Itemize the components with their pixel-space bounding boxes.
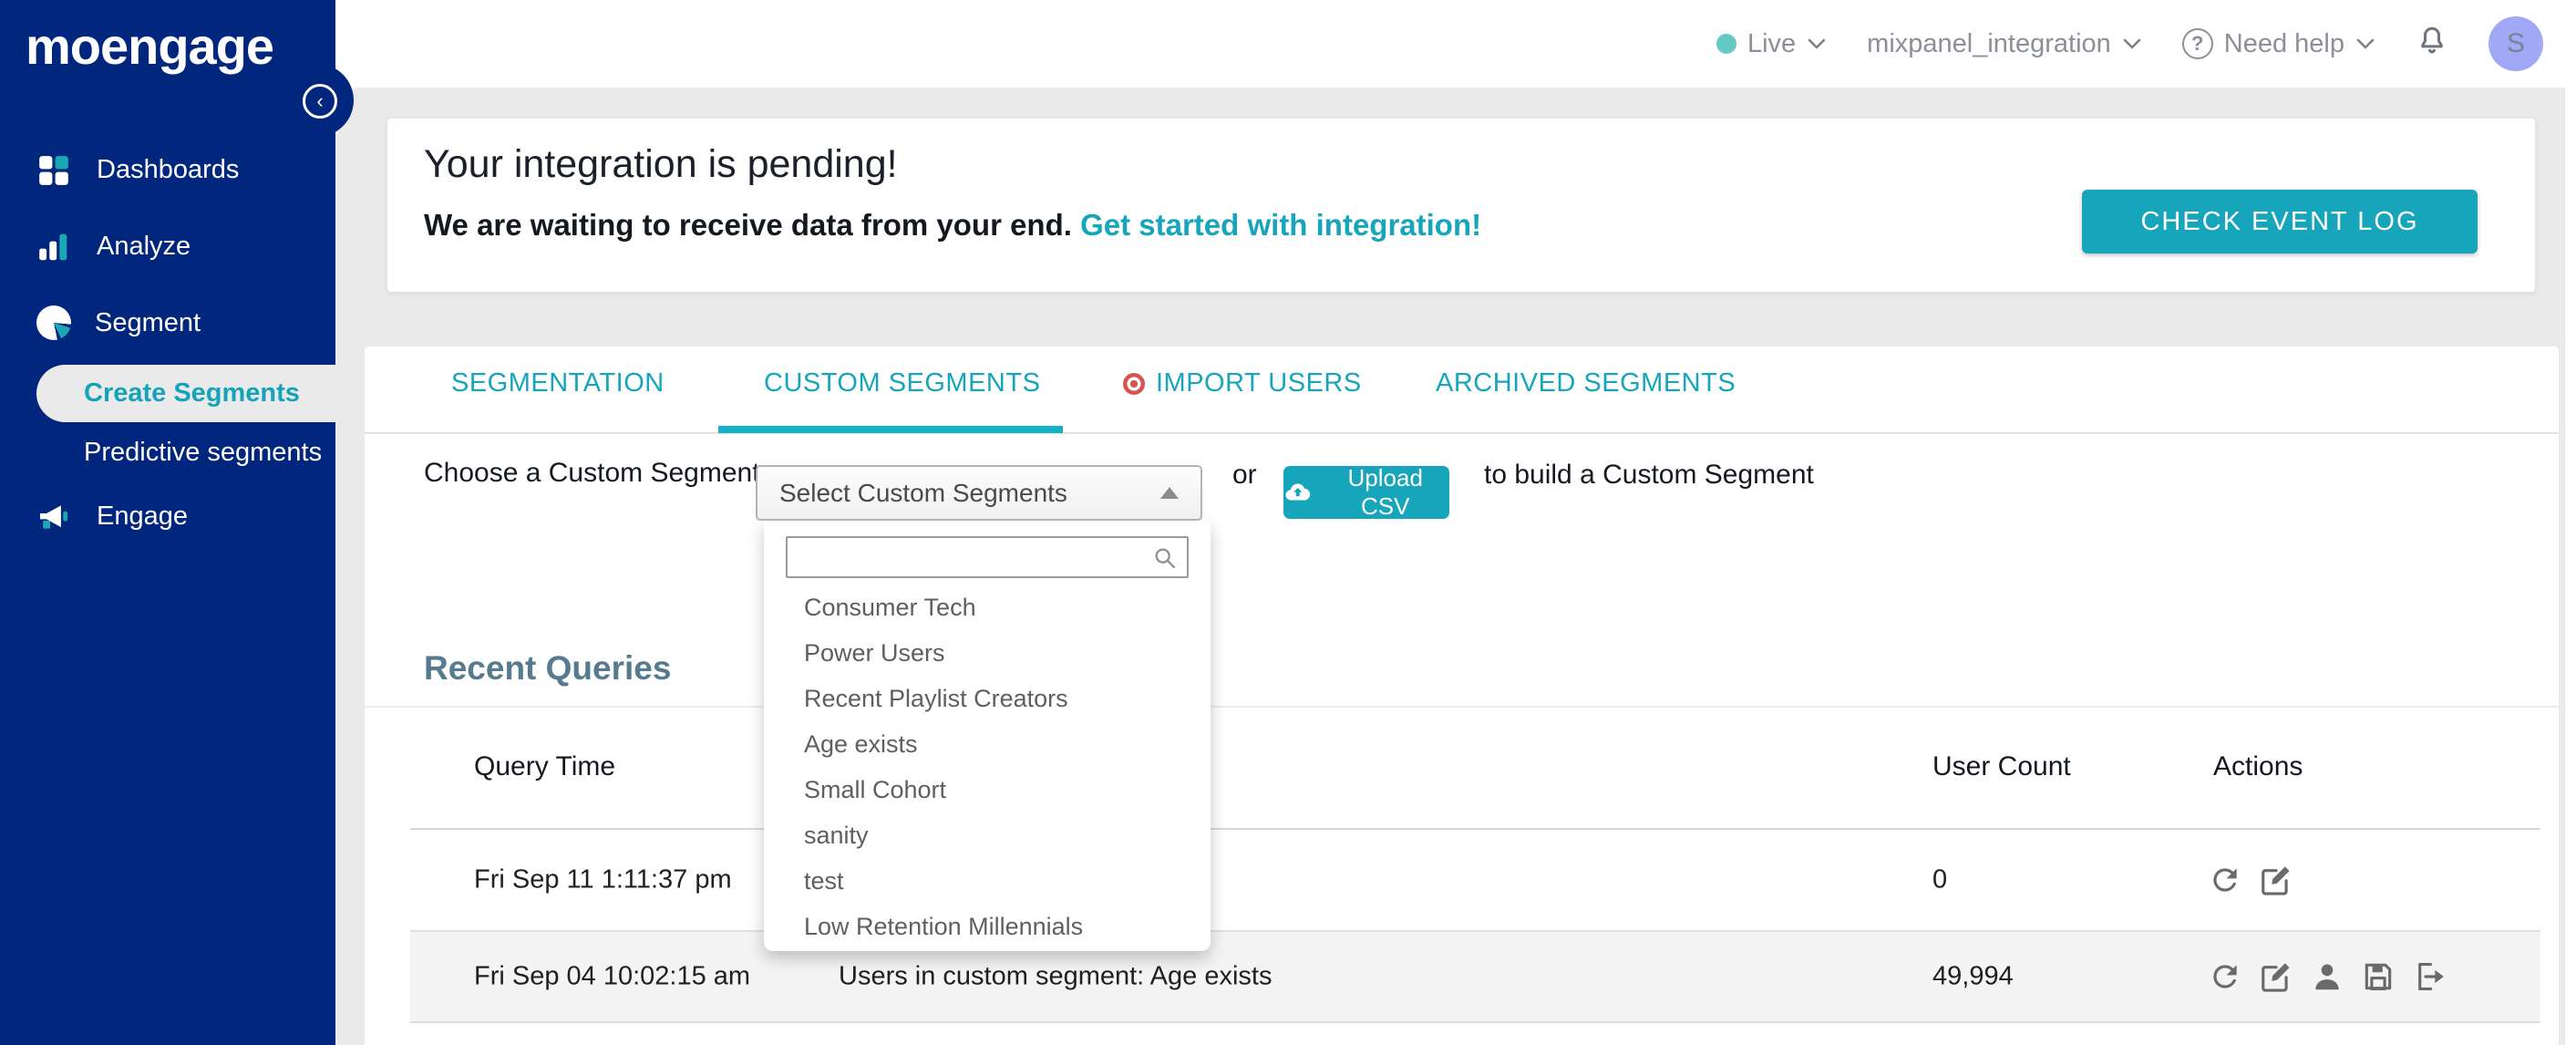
select-value: Select Custom Segments [779,478,1067,507]
refresh-icon[interactable] [2208,959,2242,994]
live-label: Live [1747,28,1797,58]
segment-option[interactable]: Age exists [764,721,1211,767]
need-help-label: Need help [2223,28,2344,58]
build-segment-suffix: to build a Custom Segment [1484,460,1814,490]
sidebar-item-analyze[interactable]: Analyze [36,228,191,264]
query-cell: Users in custom segment: Age exists [839,961,1273,991]
custom-segments-select[interactable]: Select Custom Segments [756,465,1202,521]
search-icon [1155,548,1176,569]
chevron-down-icon [1808,38,1826,49]
avatar-initial: S [2506,28,2525,58]
sidebar-subitem-label: Create Segments [84,378,300,408]
user-count-cell: 0 [1932,864,1948,895]
tab-custom-segments[interactable]: CUSTOM SEGMENTS [764,368,1040,398]
edit-icon[interactable] [2259,863,2293,897]
recent-queries-table: Query Time User Count Actions Fri Sep 11… [410,708,2540,1023]
segment-option[interactable]: Power Users [764,630,1211,676]
table-row: Fri Sep 11 1:11:37 pm 0 [410,830,2540,930]
sidebar: moengage Dashboards Analyze Segment Crea… [0,0,335,1045]
sidebar-item-predictive-segments[interactable]: Predictive segments [84,438,322,468]
edit-icon[interactable] [2259,959,2293,994]
pie-chart-icon [36,305,71,340]
grid-icon [36,151,73,188]
environment-switcher[interactable]: Live [1716,29,1827,59]
sidebar-item-label: Analyze [97,231,191,261]
tab-import-users[interactable]: IMPORT USERS [1123,368,1362,398]
workspace-name: mixpanel_integration [1867,28,2111,58]
user-icon[interactable] [2310,959,2344,994]
top-header: Live mixpanel_integration ? Need help S [335,0,2576,88]
cloud-upload-icon [1285,483,1311,501]
sidebar-item-engage[interactable]: Engage [36,498,188,534]
get-started-link[interactable]: Get started with integration! [1080,208,1481,242]
banner-subtitle: We are waiting to receive data from your… [424,208,1072,242]
segment-search-input[interactable] [786,536,1189,578]
table-row: Fri Sep 04 10:02:15 am Users in custom s… [410,930,2540,1023]
sign-out-icon[interactable] [2412,959,2447,994]
main-content: Your integration is pending! We are wait… [335,88,2576,1045]
chevron-down-icon [2356,38,2375,49]
active-tab-underline [718,426,1063,433]
segment-option[interactable]: Low Retention Millennials [764,904,1211,949]
segment-option[interactable]: test [764,858,1211,904]
col-actions: Actions [2213,751,2303,781]
sidebar-item-dashboards[interactable]: Dashboards [36,151,239,188]
segment-options-list: Consumer Tech Power Users Recent Playlis… [764,585,1211,949]
recent-queries-title: Recent Queries [424,649,672,687]
segment-option[interactable]: Consumer Tech [764,585,1211,630]
segment-option[interactable]: Recent Playlist Creators [764,676,1211,721]
table-header-row: Query Time User Count Actions [410,708,2540,830]
user-avatar[interactable]: S [2488,16,2543,71]
question-circle-icon: ? [2181,28,2213,59]
workspace-switcher[interactable]: mixpanel_integration [1867,29,2142,59]
sidebar-item-create-segments[interactable]: Create Segments [36,365,335,422]
sidebar-item-segment[interactable]: Segment [36,305,201,340]
triangle-up-icon [1160,487,1179,499]
megaphone-icon [36,498,73,534]
query-time-cell: Fri Sep 04 10:02:15 am [474,961,751,991]
tab-archived-segments[interactable]: ARCHIVED SEGMENTS [1436,368,1736,398]
user-count-cell: 49,994 [1932,961,2014,991]
bar-chart-icon [36,228,73,264]
sidebar-item-label: Dashboards [97,154,240,184]
tabs-divider [365,432,2559,434]
live-status-dot [1716,34,1736,54]
notifications-bell-icon[interactable] [2416,24,2448,64]
tab-segmentation[interactable]: SEGMENTATION [451,368,665,398]
upload-csv-button[interactable]: Upload CSV [1283,464,1449,520]
scrollbar[interactable] [2564,88,2576,1045]
sidebar-item-label: Segment [95,307,201,337]
custom-segments-dropdown: Consumer Tech Power Users Recent Playlis… [764,521,1211,951]
red-target-icon [1123,372,1145,395]
sidebar-collapse-button[interactable]: ‹ [303,84,337,119]
sidebar-item-label: Engage [97,501,188,531]
or-text: or [1232,460,1257,490]
save-icon[interactable] [2361,959,2396,994]
sidebar-subitem-label: Predictive segments [84,438,323,467]
tab-label: IMPORT USERS [1156,368,1362,398]
upload-csv-label: Upload CSV [1347,464,1423,520]
refresh-icon[interactable] [2208,863,2242,897]
query-time-cell: Fri Sep 11 1:11:37 pm [474,864,732,895]
segments-panel: SEGMENTATION CUSTOM SEGMENTS IMPORT USER… [365,347,2559,1045]
need-help-menu[interactable]: ? Need help [2181,28,2375,59]
col-user-count: User Count [1932,751,2071,781]
segment-option[interactable]: Small Cohort [764,767,1211,812]
check-event-log-button[interactable]: CHECK EVENT LOG [2082,190,2478,253]
banner-title: Your integration is pending! [424,142,898,186]
moengage-logo: moengage [26,17,274,75]
choose-segment-label: Choose a Custom Segment: [424,458,768,488]
integration-pending-banner: Your integration is pending! We are wait… [387,119,2535,292]
col-query-time: Query Time [474,751,616,781]
segment-option[interactable]: sanity [764,812,1211,858]
chevron-down-icon [2123,38,2141,49]
